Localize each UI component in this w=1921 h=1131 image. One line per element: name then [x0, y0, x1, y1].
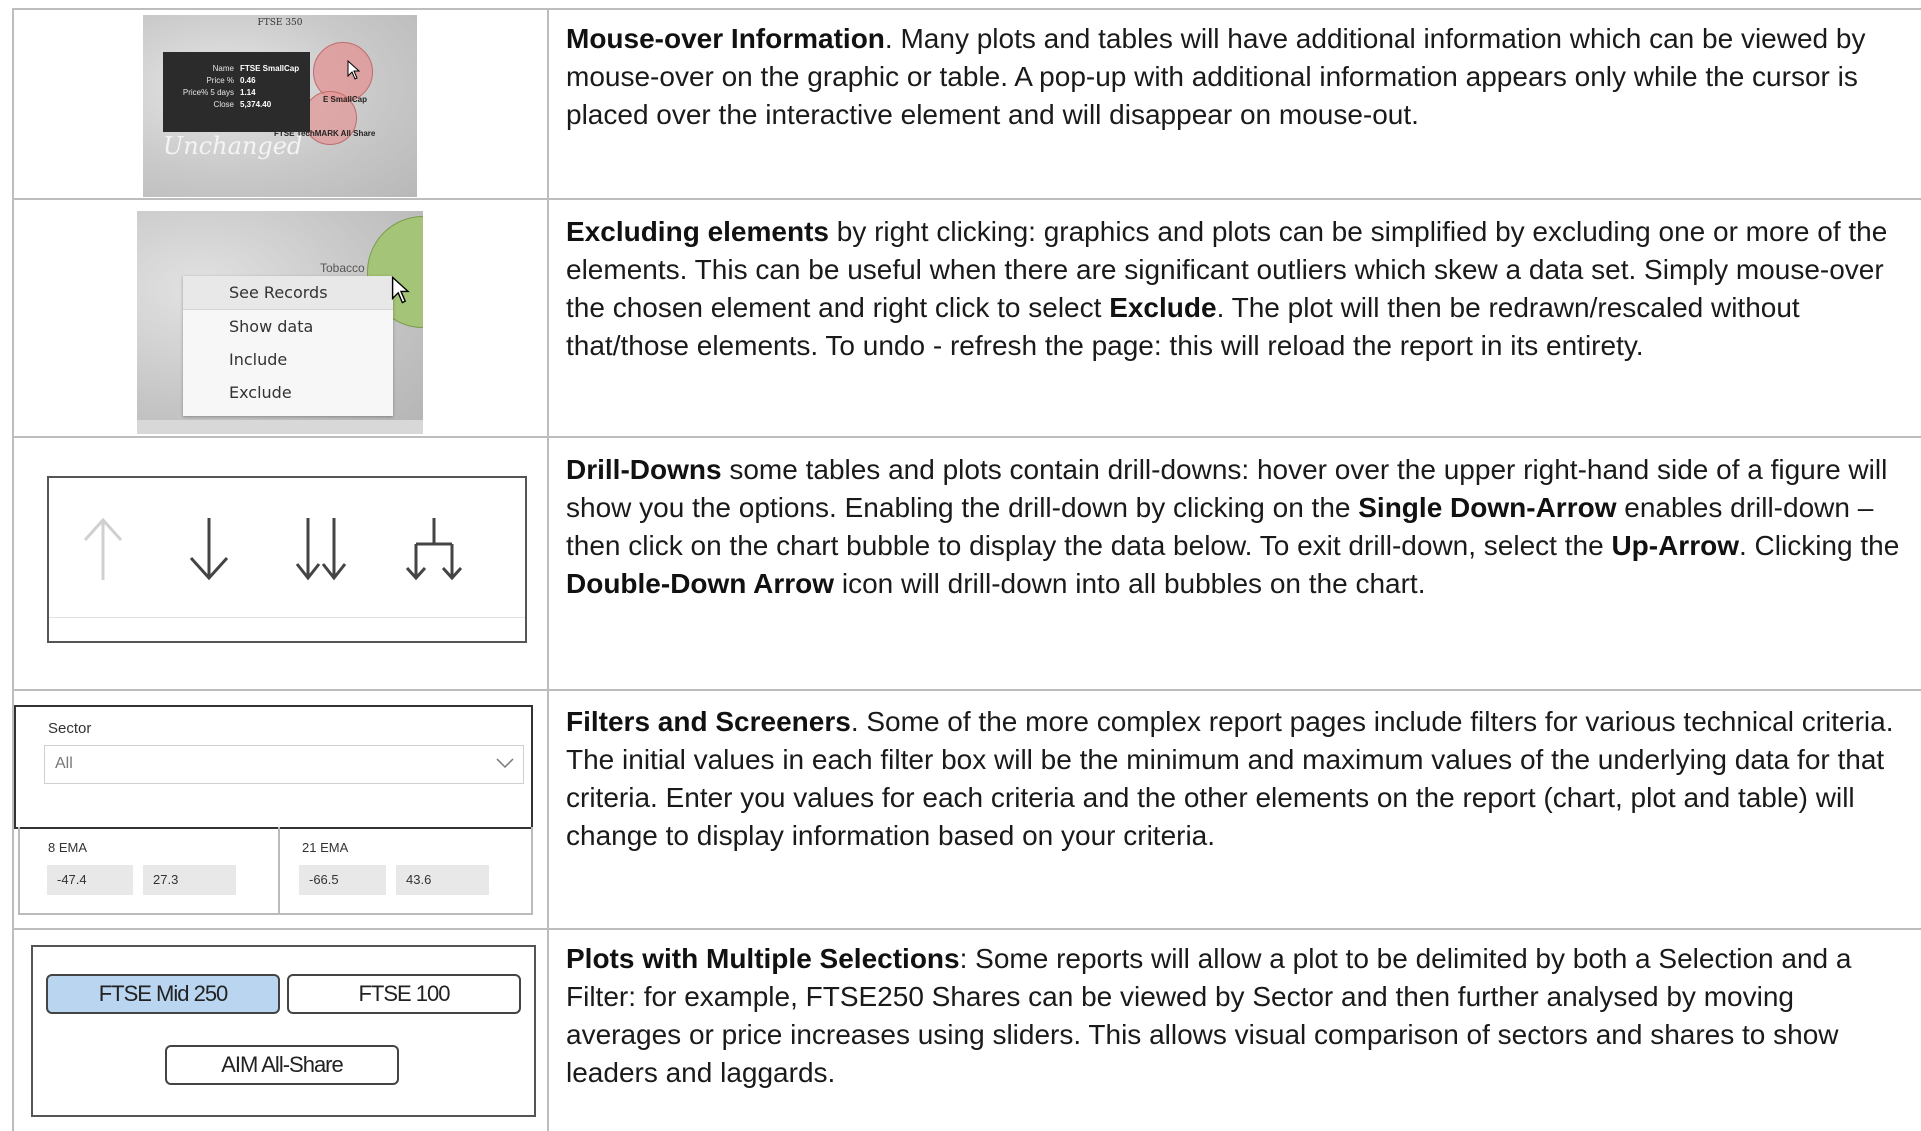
tooltip-row: Price % 0.46 [163, 75, 302, 87]
double-down-arrow-icon[interactable] [294, 516, 350, 582]
sector-dropdown[interactable]: All [44, 745, 524, 784]
divider [49, 617, 525, 618]
drill-down-icons-image [47, 476, 527, 643]
tooltip-key: Close [213, 100, 234, 109]
down-arrow-icon[interactable] [187, 516, 231, 582]
row-divider [12, 8, 1921, 10]
ema21-min-input[interactable]: -66.5 [299, 865, 386, 895]
sector-label: Sector [48, 720, 92, 737]
tooltip-key: Price% 5 days [182, 88, 234, 97]
scroll-strip [137, 420, 423, 434]
tooltip-popup: Name FTSE SmallCap Price % 0.46 Price% 5 d… [163, 52, 310, 132]
bold-term: Up-Arrow [1611, 530, 1739, 561]
expand-hierarchy-icon[interactable] [403, 516, 465, 582]
menu-item-exclude[interactable]: Exclude [183, 376, 393, 409]
tooltip-value: FTSE SmallCap [240, 64, 300, 73]
mouse-over-example-image: FTSE 350 E SmallCap FTSE TechMARK All Sh… [143, 15, 417, 197]
divider [278, 827, 280, 913]
menu-item-include[interactable]: Include [183, 343, 393, 376]
ema8-max-input[interactable]: 27.3 [143, 865, 236, 895]
bubble-label: E SmallCap [323, 95, 368, 104]
row-divider [12, 436, 1921, 438]
row-divider [12, 198, 1921, 200]
multiple-selections-example-image: FTSE Mid 250 FTSE 100 AIM All-Share [31, 945, 536, 1117]
section-title: Filters and Screeners [566, 706, 851, 737]
column-divider [12, 8, 14, 1131]
ftse-mid-250-button[interactable]: FTSE Mid 250 [46, 974, 280, 1014]
ema8-min-input[interactable]: -47.4 [47, 865, 133, 895]
ema21-label: 21 EMA [302, 840, 349, 855]
menu-item-show-data[interactable]: Show data [183, 310, 393, 343]
aim-all-share-button[interactable]: AIM All-Share [165, 1045, 399, 1085]
tooltip-key: Price % [206, 76, 234, 85]
mouse-cursor-icon [391, 276, 410, 304]
ema21-max-input[interactable]: 43.6 [396, 865, 489, 895]
description-text: . Clicking the [1738, 530, 1900, 561]
column-divider [547, 8, 549, 1131]
section-title: Drill-Downs [566, 454, 722, 485]
multiple-selections-description: Plots with Multiple Selections: Some rep… [566, 940, 1911, 1092]
sector-filter-panel: Sector All [14, 705, 533, 829]
sector-dropdown-value: All [55, 755, 73, 772]
section-title: Excluding elements [566, 216, 829, 247]
help-table: FTSE 350 E SmallCap FTSE TechMARK All Sh… [0, 0, 1921, 1131]
description-text: icon will drill-down into all bubbles on… [834, 568, 1426, 599]
tooltip-row: Close 5,374.40 [163, 99, 302, 111]
watermark-text: Unchanged [163, 132, 303, 160]
chevron-down-icon [496, 758, 514, 769]
menu-item-see-records[interactable]: See Records [183, 276, 393, 310]
ema8-label: 8 EMA [48, 840, 88, 855]
section-title: Mouse-over Information [566, 23, 885, 54]
tooltip-row: Name FTSE SmallCap [163, 63, 302, 75]
tooltip-value: 5,374.40 [240, 100, 272, 109]
filters-description: Filters and Screeners. Some of the more … [566, 703, 1911, 855]
drill-down-description: Drill-Downs some tables and plots contai… [566, 451, 1911, 603]
bold-term: Single Down-Arrow [1358, 492, 1617, 523]
exclude-description: Excluding elements by right clicking: gr… [566, 213, 1911, 365]
bold-term: Exclude [1109, 292, 1217, 323]
ftse-100-button[interactable]: FTSE 100 [287, 974, 521, 1014]
bold-term: Double-Down Arrow [566, 568, 835, 599]
mouse-over-description: Mouse-over Information. Many plots and t… [566, 20, 1911, 134]
bubble-label: Tobacco [320, 261, 365, 275]
tooltip-key: Name [212, 64, 234, 73]
tooltip-value: 1.14 [240, 88, 256, 97]
up-arrow-icon[interactable] [81, 516, 125, 582]
chart-title: FTSE 350 [257, 18, 303, 28]
row-divider [12, 689, 1921, 691]
context-menu: See Records Show data Include Exclude [183, 276, 393, 416]
mouse-cursor-icon [347, 60, 361, 80]
section-title: Plots with Multiple Selections [566, 943, 960, 974]
tooltip-row: Price% 5 days 1.14 [163, 87, 302, 99]
filters-example-image: Sector All 8 EMA -47.4 27.3 21 EMA -66.5… [14, 705, 533, 915]
tooltip-value: 0.46 [240, 76, 256, 85]
exclude-example-image: Tobacco See Records Show data Include Ex… [137, 211, 423, 434]
row-divider [12, 928, 1921, 930]
